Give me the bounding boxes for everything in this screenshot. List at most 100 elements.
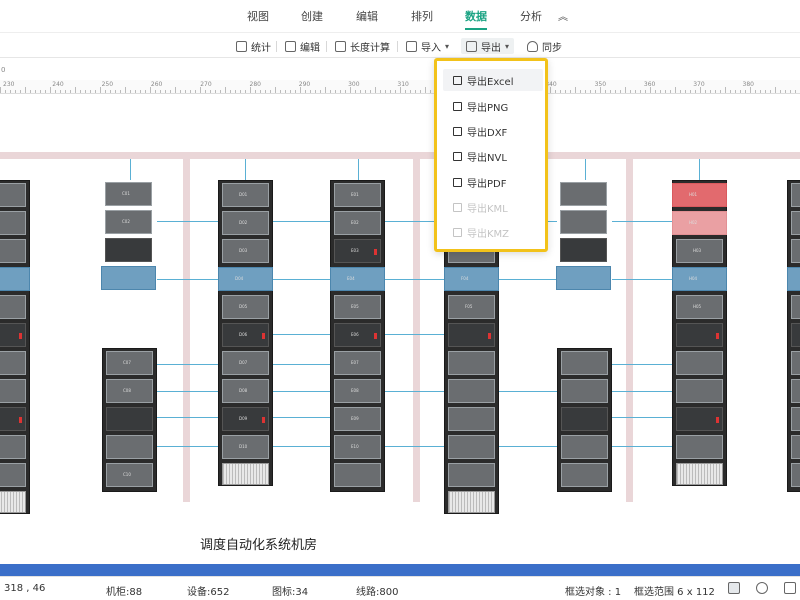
rack-unit[interactable]: H01	[672, 183, 727, 207]
menu-data[interactable]: 数据	[465, 8, 487, 24]
rack-unit[interactable]	[791, 351, 800, 375]
rack-unit[interactable]	[105, 238, 152, 262]
rack-unit[interactable]: E09	[334, 407, 381, 431]
rack-unit[interactable]	[448, 323, 495, 347]
rack-unit[interactable]	[0, 295, 26, 319]
server-rack[interactable]: H01 H02 H03 H04 H05	[672, 180, 727, 486]
rack-unit[interactable]: E01	[334, 183, 381, 207]
rack-unit[interactable]	[676, 407, 723, 431]
rack-unit[interactable]	[791, 407, 800, 431]
rack-unit[interactable]	[0, 239, 26, 263]
menu-view[interactable]: 视图	[247, 8, 269, 24]
export-excel-item[interactable]: 导出Excel	[443, 69, 543, 91]
rack-unit[interactable]	[787, 267, 800, 291]
server-rack[interactable]	[0, 180, 30, 514]
export-pdf-item[interactable]: 导出PDF	[443, 171, 543, 193]
rack-unit[interactable]: D03	[222, 239, 269, 263]
rack-unit[interactable]: D06	[222, 323, 269, 347]
length-calc-button[interactable]: 长度计算	[335, 38, 390, 54]
rack-unit[interactable]	[106, 435, 153, 459]
chevron-up-icon[interactable]: ︽	[558, 8, 568, 23]
rack-unit[interactable]: F05	[448, 295, 495, 319]
rack-unit[interactable]	[791, 239, 800, 263]
rack-unit[interactable]	[0, 267, 30, 291]
rack-unit[interactable]	[0, 183, 26, 207]
rack-unit[interactable]	[791, 295, 800, 319]
rack-unit[interactable]	[448, 379, 495, 403]
rack-unit[interactable]	[0, 435, 26, 459]
rack-unit[interactable]	[676, 435, 723, 459]
rack-unit[interactable]: D07	[222, 351, 269, 375]
rack-unit[interactable]: C01	[105, 182, 152, 206]
menu-arrange[interactable]: 排列	[411, 8, 433, 24]
export-nvl-item[interactable]: 导出NVL	[443, 145, 543, 167]
rack-unit[interactable]	[561, 407, 608, 431]
rack-unit[interactable]	[448, 463, 495, 487]
rack-unit[interactable]	[448, 407, 495, 431]
rack-unit[interactable]	[101, 266, 156, 290]
rack-unit[interactable]	[334, 463, 381, 487]
rack-unit[interactable]	[791, 379, 800, 403]
rack-unit[interactable]	[448, 351, 495, 375]
rack-unit[interactable]	[676, 379, 723, 403]
rack-unit[interactable]	[791, 435, 800, 459]
rack-unit[interactable]: E06	[334, 323, 381, 347]
rack-unit[interactable]: C07	[106, 351, 153, 375]
rack-unit[interactable]: E03	[334, 239, 381, 263]
export-png-item[interactable]: 导出PNG	[443, 95, 543, 117]
rack-unit[interactable]	[561, 435, 608, 459]
rack-unit[interactable]	[448, 435, 495, 459]
rack-unit[interactable]: D10	[222, 435, 269, 459]
rack-unit[interactable]: D04	[218, 267, 273, 291]
rack-unit[interactable]: C08	[106, 379, 153, 403]
server-rack[interactable]	[556, 180, 612, 296]
fullscreen-icon[interactable]	[784, 582, 796, 594]
rack-unit[interactable]	[791, 463, 800, 487]
rack-unit[interactable]	[0, 407, 26, 431]
sync-button[interactable]: 同步	[527, 38, 562, 54]
rack-unit[interactable]	[560, 210, 607, 234]
rack-unit[interactable]: H03	[676, 239, 723, 263]
rack-unit[interactable]	[560, 182, 607, 206]
rack-unit[interactable]: H02	[672, 211, 727, 235]
rack-unit[interactable]: D09	[222, 407, 269, 431]
menu-analysis[interactable]: 分析	[520, 8, 542, 24]
rack-unit[interactable]: D08	[222, 379, 269, 403]
rack-unit[interactable]	[561, 351, 608, 375]
server-rack[interactable]: C01 C02	[101, 180, 157, 296]
rack-unit[interactable]	[560, 238, 607, 262]
rack-unit[interactable]	[106, 407, 153, 431]
rack-unit[interactable]	[561, 379, 608, 403]
export-dxf-item[interactable]: 导出DXF	[443, 120, 543, 142]
rack-unit[interactable]	[556, 266, 611, 290]
rack-unit[interactable]: F04	[444, 267, 499, 291]
rack-unit[interactable]: E04	[330, 267, 385, 291]
rack-unit[interactable]: D01	[222, 183, 269, 207]
diagram-canvas[interactable]: 调度自动化系统机房 C01 C02 C07 C08 C10 D01 D02 D03 D04 D05…	[0, 94, 800, 564]
rack-unit[interactable]	[676, 323, 723, 347]
server-rack[interactable]: C07 C08 C10	[102, 348, 157, 492]
rack-unit[interactable]: E02	[334, 211, 381, 235]
rack-unit[interactable]	[0, 463, 26, 487]
rack-unit[interactable]	[0, 379, 26, 403]
rack-unit[interactable]: E10	[334, 435, 381, 459]
select-tool-icon[interactable]	[728, 582, 740, 594]
rack-unit[interactable]	[561, 463, 608, 487]
import-button[interactable]: 导入 ▾	[406, 38, 449, 54]
rack-unit[interactable]: H05	[676, 295, 723, 319]
rack-unit[interactable]: E05	[334, 295, 381, 319]
rack-unit[interactable]	[0, 323, 26, 347]
menu-create[interactable]: 创建	[301, 8, 323, 24]
rack-unit[interactable]	[0, 211, 26, 235]
rack-unit[interactable]: C02	[105, 210, 152, 234]
rack-unit[interactable]: E08	[334, 379, 381, 403]
rack-unit[interactable]	[0, 351, 26, 375]
server-rack[interactable]	[787, 180, 800, 492]
menu-edit[interactable]: 编辑	[356, 8, 378, 24]
rack-unit[interactable]	[791, 183, 800, 207]
server-rack[interactable]: D01 D02 D03 D04 D05 D06 D07 D08 D09 D10	[218, 180, 273, 486]
refresh-icon[interactable]	[756, 582, 768, 594]
export-button[interactable]: 导出 ▾	[461, 38, 515, 54]
rack-unit[interactable]	[676, 351, 723, 375]
server-rack[interactable]: E01 E02 E03 E04 E05 E06 E07 E08 E09 E10	[330, 180, 385, 492]
